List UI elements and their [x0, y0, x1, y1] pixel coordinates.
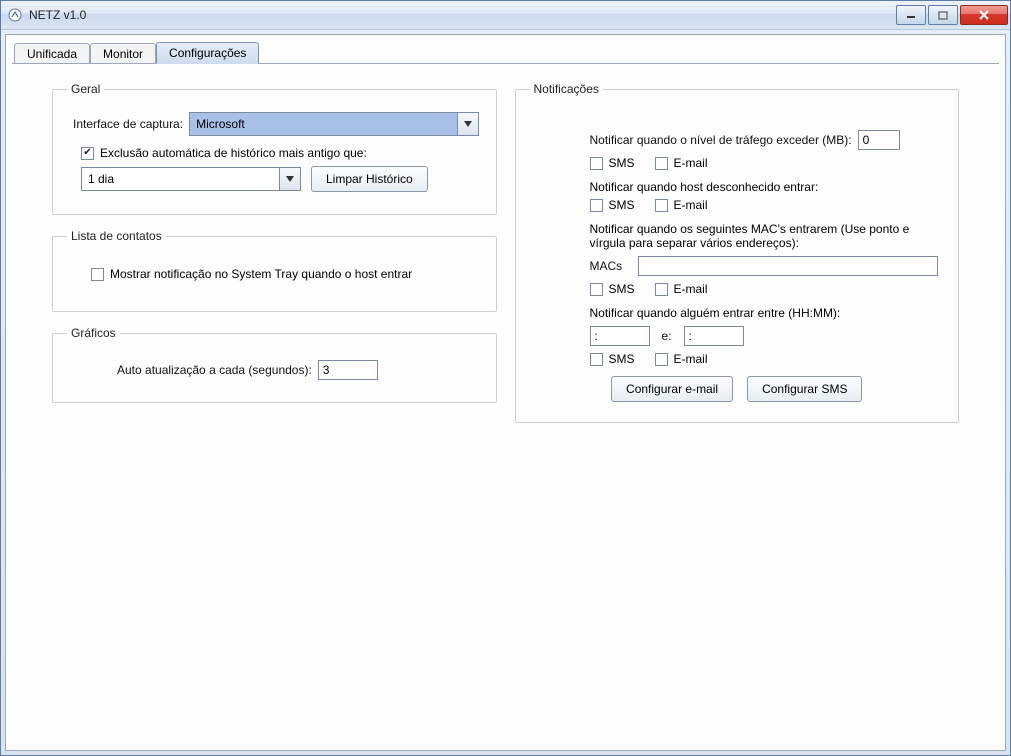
checkbox-icon [590, 157, 603, 170]
traffic-sms-checkbox[interactable]: SMS [590, 156, 635, 170]
traffic-threshold-input[interactable] [858, 130, 900, 150]
clear-history-button[interactable]: Limpar Histórico [311, 166, 428, 192]
content-area: Unificada Monitor Configurações Geral In… [5, 34, 1006, 751]
config-columns: Geral Interface de captura: Microsoft [12, 64, 999, 447]
tab-configuracoes[interactable]: Configurações [156, 42, 259, 64]
chevron-down-icon[interactable] [279, 168, 300, 190]
checkbox-icon [590, 199, 603, 212]
email-label: E-mail [674, 156, 708, 170]
window-buttons [894, 5, 1008, 25]
legend-geral: Geral [67, 82, 104, 96]
time-to-input[interactable] [684, 326, 744, 346]
unknown-host-label: Notificar quando host desconhecido entra… [590, 180, 945, 194]
chevron-down-icon[interactable] [457, 113, 478, 135]
right-column: Notificações Notificar quando o nível de… [515, 82, 960, 437]
app-icon [7, 7, 23, 23]
sms-label: SMS [609, 198, 635, 212]
titlebar: NETZ v1.0 [1, 1, 1010, 30]
macs-email-checkbox[interactable]: E-mail [655, 282, 708, 296]
configure-sms-button[interactable]: Configurar SMS [747, 376, 862, 402]
group-contatos: Lista de contatos Mostrar notificação no… [52, 229, 497, 312]
legend-graficos: Gráficos [67, 326, 120, 340]
interface-label: Interface de captura: [73, 117, 183, 131]
time-email-checkbox[interactable]: E-mail [655, 352, 708, 366]
auto-update-label: Auto atualização a cada (segundos): [117, 363, 312, 377]
time-from-input[interactable] [590, 326, 650, 346]
checkbox-icon [81, 147, 94, 160]
unknown-sms-checkbox[interactable]: SMS [590, 198, 635, 212]
retention-select-value: 1 dia [82, 168, 279, 190]
tab-bar: Unificada Monitor Configurações [12, 41, 999, 63]
time-sms-checkbox[interactable]: SMS [590, 352, 635, 366]
interface-select[interactable]: Microsoft [189, 112, 479, 136]
configure-email-button[interactable]: Configurar e-mail [611, 376, 733, 402]
tab-panel-configuracoes: Geral Interface de captura: Microsoft [12, 63, 999, 744]
checkbox-icon [655, 283, 668, 296]
left-column: Geral Interface de captura: Microsoft [52, 82, 497, 437]
email-label: E-mail [674, 352, 708, 366]
checkbox-icon [655, 157, 668, 170]
group-graficos: Gráficos Auto atualização a cada (segund… [52, 326, 497, 403]
auto-delete-label: Exclusão automática de histórico mais an… [100, 146, 367, 160]
retention-select[interactable]: 1 dia [81, 167, 301, 191]
tab-monitor[interactable]: Monitor [90, 43, 156, 64]
traffic-email-checkbox[interactable]: E-mail [655, 156, 708, 170]
checkbox-icon [655, 199, 668, 212]
show-tray-checkbox[interactable]: Mostrar notificação no System Tray quand… [91, 267, 412, 281]
sms-label: SMS [609, 156, 635, 170]
traffic-label: Notificar quando o nível de tráfego exce… [590, 133, 852, 147]
app-window: NETZ v1.0 Unificada Monitor Configuraçõe… [0, 0, 1011, 756]
legend-notificacoes: Notificações [530, 82, 603, 96]
sms-label: SMS [609, 352, 635, 366]
tab-unificada[interactable]: Unificada [14, 43, 90, 64]
checkbox-icon [91, 268, 104, 281]
close-button[interactable] [960, 5, 1008, 25]
group-notificacoes: Notificações Notificar quando o nível de… [515, 82, 960, 423]
macs-intro-label: Notificar quando os seguintes MAC's entr… [590, 222, 945, 250]
group-geral: Geral Interface de captura: Microsoft [52, 82, 497, 215]
sms-label: SMS [609, 282, 635, 296]
macs-label: MACs [590, 259, 632, 273]
time-range-label: Notificar quando alguém entrar entre (HH… [590, 306, 945, 320]
show-tray-label: Mostrar notificação no System Tray quand… [110, 267, 412, 281]
unknown-email-checkbox[interactable]: E-mail [655, 198, 708, 212]
email-label: E-mail [674, 198, 708, 212]
auto-update-input[interactable] [318, 360, 378, 380]
maximize-button[interactable] [928, 5, 958, 25]
time-and-label: e: [662, 329, 672, 343]
macs-input[interactable] [638, 256, 938, 276]
legend-contatos: Lista de contatos [67, 229, 166, 243]
minimize-button[interactable] [896, 5, 926, 25]
checkbox-icon [590, 353, 603, 366]
window-title: NETZ v1.0 [29, 8, 894, 22]
checkbox-icon [655, 353, 668, 366]
email-label: E-mail [674, 282, 708, 296]
interface-select-value: Microsoft [190, 113, 457, 135]
macs-sms-checkbox[interactable]: SMS [590, 282, 635, 296]
checkbox-icon [590, 283, 603, 296]
auto-delete-checkbox[interactable]: Exclusão automática de histórico mais an… [81, 146, 367, 160]
